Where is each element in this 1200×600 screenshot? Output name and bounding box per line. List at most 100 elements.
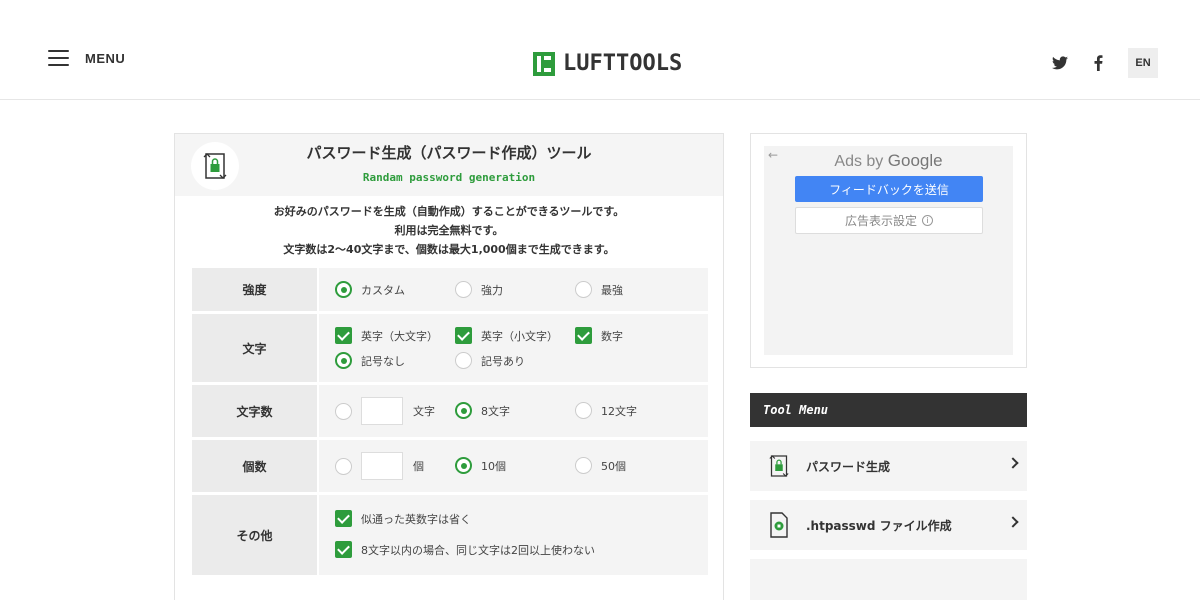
- radio-icon: [335, 457, 352, 475]
- option-label: 8文字: [481, 404, 510, 418]
- count-options: 個 10個 50個: [319, 440, 708, 492]
- chevron-right-icon: [1007, 457, 1019, 469]
- option-label: 英字（小文字）: [481, 329, 558, 343]
- checkbox-checked-icon: [575, 327, 592, 344]
- option-label: 最強: [601, 283, 623, 297]
- password-tool-card: パスワード生成（パスワード作成）ツール Randam password gene…: [174, 133, 724, 600]
- option-label: 10個: [481, 459, 506, 473]
- header-actions: EN: [1052, 48, 1158, 78]
- option-label: 似通った英数字は省く: [361, 512, 471, 526]
- option-label: 8文字以内の場合、同じ文字は2回以上使わない: [361, 543, 595, 557]
- length-option-custom[interactable]: 文字: [335, 397, 435, 425]
- length-option-8[interactable]: 8文字: [455, 402, 510, 419]
- logo-mark-icon: [533, 51, 555, 76]
- check-exclude-similar[interactable]: 似通った英数字は省く: [335, 510, 471, 527]
- radio-icon: [575, 457, 592, 474]
- length-option-12[interactable]: 12文字: [575, 402, 637, 419]
- option-label: 強力: [481, 283, 503, 297]
- ads-by-text: Ads by: [834, 153, 884, 170]
- tool-menu-item-htpasswd[interactable]: .htpasswd ファイル作成: [750, 500, 1027, 550]
- checkbox-checked-icon: [335, 327, 352, 344]
- option-label: 文字: [413, 405, 435, 418]
- ad-panel: ← Ads by Google フィードバックを送信 広告表示設定 i: [764, 146, 1013, 355]
- tool-menu-item-password[interactable]: パスワード生成: [750, 441, 1027, 491]
- length-label: 文字数: [192, 385, 317, 437]
- ad-container: ← Ads by Google フィードバックを送信 広告表示設定 i: [750, 133, 1027, 368]
- radio-with-symbols[interactable]: 記号あり: [455, 352, 525, 369]
- checkbox-checked-icon: [335, 541, 352, 558]
- twitter-icon[interactable]: [1052, 55, 1068, 71]
- generator-form: 強度 カスタム 強力 最強 文字 英字（大文字） 英字（小文字） 数字 記号なし…: [192, 268, 708, 578]
- count-label: 個数: [192, 440, 317, 492]
- ad-settings-label: 広告表示設定: [844, 214, 917, 228]
- option-label: カスタム: [361, 283, 405, 297]
- site-header: MENU LUFTTOOLS EN: [0, 0, 1200, 100]
- description-line: 利用は完全無料です。: [394, 224, 504, 237]
- strength-option-custom[interactable]: カスタム: [335, 281, 405, 298]
- count-row: 個数 個 10個 50個: [192, 440, 708, 492]
- chevron-right-icon: [1007, 516, 1019, 528]
- other-row: その他 似通った英数字は省く 8文字以内の場合、同じ文字は2回以上使わない: [192, 495, 708, 575]
- strength-option-strong[interactable]: 強力: [455, 281, 503, 298]
- tool-description: お好みのパスワードを生成（自動作成）することができるツールです。 利用は完全無料…: [175, 202, 723, 259]
- info-icon: i: [922, 215, 933, 226]
- description-line: 文字数は2〜40文字まで、個数は最大1,000個まで生成できます。: [283, 243, 615, 256]
- password-lock-icon: [769, 453, 789, 479]
- strength-option-strongest[interactable]: 最強: [575, 281, 623, 298]
- radio-icon: [575, 402, 592, 419]
- ads-by-google-label: Ads by Google: [764, 151, 1013, 171]
- google-wordmark: Google: [887, 151, 943, 170]
- checkbox-checked-icon: [455, 327, 472, 344]
- strength-options: カスタム 強力 最強: [319, 268, 708, 311]
- option-label: 50個: [601, 459, 626, 473]
- tool-menu-label: パスワード生成: [806, 459, 891, 474]
- chars-label: 文字: [192, 314, 317, 382]
- tool-menu-label: .htpasswd ファイル作成: [806, 518, 952, 533]
- radio-no-symbols[interactable]: 記号なし: [335, 352, 405, 369]
- option-label: 記号あり: [481, 354, 525, 368]
- chars-row: 文字 英字（大文字） 英字（小文字） 数字 記号なし 記号あり: [192, 314, 708, 382]
- count-option-50[interactable]: 50個: [575, 457, 626, 474]
- radio-selected-icon: [335, 352, 352, 369]
- radio-selected-icon: [455, 402, 472, 419]
- page-title: パスワード生成（パスワード作成）ツール: [306, 144, 592, 162]
- other-options: 似通った英数字は省く 8文字以内の場合、同じ文字は2回以上使わない: [319, 495, 708, 575]
- page-subtitle: Randam password generation: [362, 171, 536, 184]
- checkbox-checked-icon: [335, 510, 352, 527]
- description-line: お好みのパスワードを生成（自動作成）することができるツールです。: [273, 205, 625, 218]
- radio-selected-icon: [455, 457, 472, 474]
- other-label: その他: [192, 495, 317, 575]
- check-no-repeat[interactable]: 8文字以内の場合、同じ文字は2回以上使わない: [335, 541, 595, 558]
- language-toggle-button[interactable]: EN: [1128, 48, 1158, 78]
- htpasswd-file-icon: [769, 512, 789, 538]
- option-label: 個: [413, 460, 424, 473]
- ad-feedback-button[interactable]: フィードバックを送信: [795, 176, 983, 202]
- option-label: 英字（大文字）: [361, 329, 438, 343]
- radio-icon: [335, 402, 352, 420]
- menu-button[interactable]: MENU: [48, 50, 125, 66]
- ad-settings-button[interactable]: 広告表示設定 i: [795, 207, 983, 234]
- radio-icon: [455, 281, 472, 298]
- check-lowercase[interactable]: 英字（小文字）: [455, 327, 558, 344]
- strength-row: 強度 カスタム 強力 最強: [192, 268, 708, 311]
- count-option-custom[interactable]: 個: [335, 452, 424, 480]
- length-custom-input[interactable]: [361, 397, 403, 425]
- check-digits[interactable]: 数字: [575, 327, 623, 344]
- option-label: 12文字: [601, 404, 637, 418]
- site-logo[interactable]: LUFTTOOLS: [533, 51, 682, 76]
- count-option-10[interactable]: 10個: [455, 457, 506, 474]
- logo-text: LUFTTOOLS: [563, 51, 683, 76]
- tool-menu-heading: Tool Menu: [750, 393, 1027, 427]
- radio-selected-icon: [335, 281, 352, 298]
- count-custom-input[interactable]: [361, 452, 403, 480]
- radio-icon: [575, 281, 592, 298]
- length-options: 文字 8文字 12文字: [319, 385, 708, 437]
- facebook-icon[interactable]: [1090, 55, 1106, 71]
- option-label: 数字: [601, 329, 623, 343]
- hamburger-icon: [48, 50, 69, 66]
- tool-menu-item-next[interactable]: [750, 559, 1027, 600]
- check-uppercase[interactable]: 英字（大文字）: [335, 327, 438, 344]
- length-row: 文字数 文字 8文字 12文字: [192, 385, 708, 437]
- menu-label: MENU: [85, 50, 126, 66]
- chars-options: 英字（大文字） 英字（小文字） 数字 記号なし 記号あり: [319, 314, 708, 382]
